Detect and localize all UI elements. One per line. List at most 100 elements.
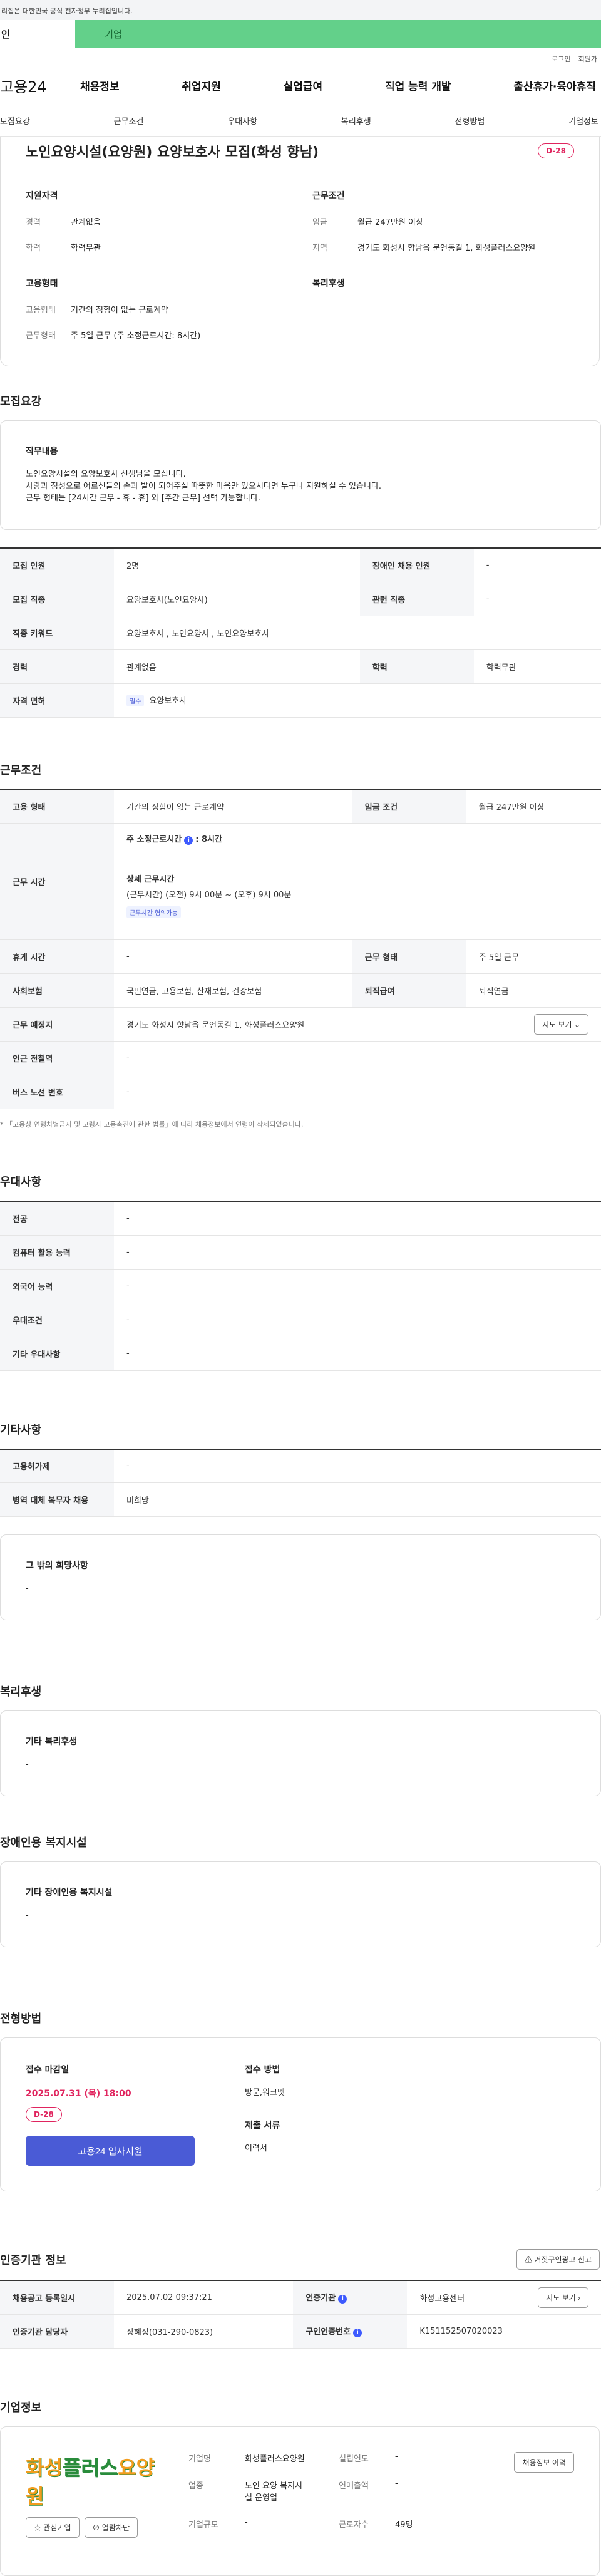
table-row: 직종 키워드 요양보호사 , 노인요양사 , 노인요양보호사 <box>0 616 601 650</box>
subnav-selection[interactable]: 전형방법 <box>455 115 485 127</box>
count-value: 2명 <box>114 548 360 582</box>
gnb-unemployment-benefit[interactable]: 실업급여 <box>284 78 323 93</box>
gnb-jobs[interactable]: 채용정보 <box>80 78 120 93</box>
table-row: 고용 형태 기간의 정함이 없는 근로계약 임금 조건 월급 247만원 이상 <box>0 789 601 824</box>
table-row: 모집 직종 요양보호사(노인요양사) 관련 직종 - <box>0 582 601 616</box>
gov-notice-bar: 리집은 대한민국 공식 전자정부 누리집입니다. <box>0 0 601 20</box>
type-label: 고용 형태 <box>0 789 114 824</box>
subnav-conditions[interactable]: 근무조건 <box>114 115 144 127</box>
facility-value: - <box>26 1911 29 1920</box>
pay-label: 임금 <box>312 218 327 227</box>
form-value: 주 5일 근무 <box>466 939 601 974</box>
conditions-title: 근무조건 <box>0 763 42 777</box>
welfare-title: 복리후생 <box>0 1685 42 1699</box>
week-hours: 주 소정근로시간 i: 8시간 <box>126 832 588 845</box>
form-label: 근무 형태 <box>352 939 466 974</box>
bus-label: 버스 노선 번호 <box>0 1075 114 1109</box>
count-label: 모집 인원 <box>0 548 114 582</box>
cond-heading: 근무조건 <box>312 191 345 201</box>
related-label: 관련 직종 <box>359 582 474 616</box>
detail-hours-value: (근무시간) (오전) 9시 00분 ~ (오후) 9시 00분 <box>126 891 292 900</box>
gov-notice: 리집은 대한민국 공식 전자정부 누리집입니다. <box>1 7 133 15</box>
info-icon[interactable]: i <box>184 836 193 845</box>
table-row: 사회보험 국민연금, 고용보험, 산재보험, 건강보험 퇴직급여 퇴직연금 <box>0 973 601 1008</box>
welfare-box: 기타 복리후생 - <box>0 1710 601 1796</box>
insurance-label: 사회보험 <box>0 973 114 1008</box>
tab-personal[interactable]: 인 <box>0 20 75 48</box>
subnav-welfare[interactable]: 복리후생 <box>341 115 371 127</box>
worktime-label: 근무 시간 <box>0 823 114 940</box>
table-row: 외국어 능력 - <box>0 1269 601 1303</box>
block-button[interactable]: ⊘ 열람차단 <box>84 2517 138 2538</box>
apply-title: 전형방법 <box>0 2012 42 2025</box>
deadline-value: 2025.07.31 (목) 18:00 <box>26 2089 131 2099</box>
table-row: 기타 우대사항 - <box>0 1337 601 1371</box>
report-button[interactable]: ⚠ 거짓구인광고 신고 <box>516 2249 600 2270</box>
keyword-value: 요양보호사 , 노인요양사 , 노인요양보호사 <box>114 616 601 650</box>
signup-link[interactable]: 회원가 <box>578 54 597 66</box>
job-label: 모집 직종 <box>0 582 114 616</box>
report-icon: ⚠ <box>524 2255 532 2264</box>
gnb-employment-support[interactable]: 취업지원 <box>182 78 221 93</box>
info-icon[interactable]: i <box>353 2329 362 2337</box>
table-row: 우대조건 - <box>0 1303 601 1337</box>
section-nav: 모집요강 근무조건 우대사항 복리후생 전형방법 기업정보 <box>0 105 601 137</box>
favorite-button[interactable]: ☆ 관심기업 <box>26 2517 80 2538</box>
job-history-button[interactable]: 채용정보 이력 <box>514 2451 574 2473</box>
duty-line: 근무 형태는 [24시간 근무 - 휴 - 휴] 와 [주간 근무] 선택 가능… <box>26 494 261 503</box>
duty-line: 노인요양시설의 요양보호사 선생님을 모십니다. <box>26 470 186 479</box>
block-icon: ⊘ <box>92 2523 100 2532</box>
logo[interactable]: 고용24 <box>0 75 80 96</box>
recruit-title: 모집요강 <box>0 395 42 408</box>
table-row: 병역 대체 복무자 채용 비희망 <box>0 1482 601 1517</box>
map-button[interactable]: 지도 보기 ⌄ <box>534 1014 588 1035</box>
emp-type-label: 고용형태 <box>26 306 56 315</box>
chevron-right-icon: › <box>578 2293 580 2302</box>
license-value: 요양보호사 <box>149 696 187 706</box>
work-type-label: 근무형태 <box>26 331 56 341</box>
facility-box: 기타 장애인용 복지시설 - <box>0 1861 601 1947</box>
pay-value: 월급 247만원 이상 <box>466 789 601 824</box>
week-hours-value: : 8시간 <box>195 835 222 844</box>
gnb-job-skills[interactable]: 직업 능력 개발 <box>385 78 451 93</box>
duty-line: 사랑과 정성으로 어르신들의 손과 발이 되어주실 따뜻한 마음만 있으시다면 … <box>26 482 382 491</box>
chevron-down-icon: ⌄ <box>573 1020 580 1029</box>
tab-business[interactable]: 기업 <box>75 20 150 48</box>
recruit-table: 모집 인원 2명 장애인 채용 인원 - 모집 직종 요양보호사(노인요양사) 관련 직종… <box>0 547 601 718</box>
top-links: 로그인 회원가 <box>0 48 601 66</box>
apply-button[interactable]: 고용24 입사지원 <box>26 2136 195 2166</box>
pay-value: 월급 247만원 이상 <box>357 218 423 227</box>
edu-value: 학력무관 <box>473 649 601 684</box>
edu-value: 학력무관 <box>71 244 101 253</box>
etc-title: 기타사항 <box>0 1423 42 1437</box>
table-row: 인증기관 담당자 장혜정(031-290-0823) 구인인증번호 i K1511525… <box>0 2314 601 2349</box>
table-row: 버스 노선 번호 - <box>0 1075 601 1109</box>
star-icon: ☆ <box>34 2523 42 2532</box>
subnav-preference[interactable]: 우대사항 <box>227 115 257 127</box>
table-row: 채용공고 등록일시 2025.07.02 09:37:21 인증기관 i 화성고용센터 지… <box>0 2280 601 2315</box>
agency-map-button[interactable]: 지도 보기 › <box>538 2287 588 2308</box>
dday-badge: D-28 <box>538 143 574 158</box>
info-icon[interactable]: i <box>338 2295 347 2304</box>
severance-label: 퇴직급여 <box>352 973 466 1008</box>
hope-heading: 그 밖의 희망사항 <box>26 1561 88 1571</box>
subnav-company[interactable]: 기업정보 <box>568 115 598 127</box>
company-title: 기업정보 <box>0 2401 42 2414</box>
apply-box: 접수 마감일 2025.07.31 (목) 18:00 D-28 고용24 입사… <box>0 2037 601 2191</box>
login-link[interactable]: 로그인 <box>552 54 570 66</box>
rest-label: 휴게 시간 <box>0 939 114 974</box>
severance-value: 퇴직연금 <box>466 973 601 1008</box>
detail-hours-label: 상세 근무시간 <box>126 875 175 884</box>
subnav-recruit[interactable]: 모집요강 <box>0 115 30 127</box>
gnb-parental-leave[interactable]: 출산휴가·육아휴직 <box>513 78 596 93</box>
user-type-tabs: 인 기업 <box>0 20 601 48</box>
region-label: 지역 <box>312 244 327 253</box>
insurance-value: 국민연금, 고용보험, 산재보험, 건강보험 <box>114 973 352 1008</box>
global-nav: 고용24 채용정보 취업지원 실업급여 직업 능력 개발 출산휴가·육아휴직 <box>0 66 601 105</box>
work-type-value: 주 5일 근무 (주 소정근로시간: 8시간) <box>71 331 201 341</box>
docs-value: 이력서 <box>245 2144 267 2153</box>
place-label: 근무 예정지 <box>0 1007 114 1042</box>
dday-badge: D-28 <box>26 2107 62 2122</box>
disabled-value: - <box>473 548 601 582</box>
facility-title: 장애인용 복지시설 <box>0 1836 87 1849</box>
